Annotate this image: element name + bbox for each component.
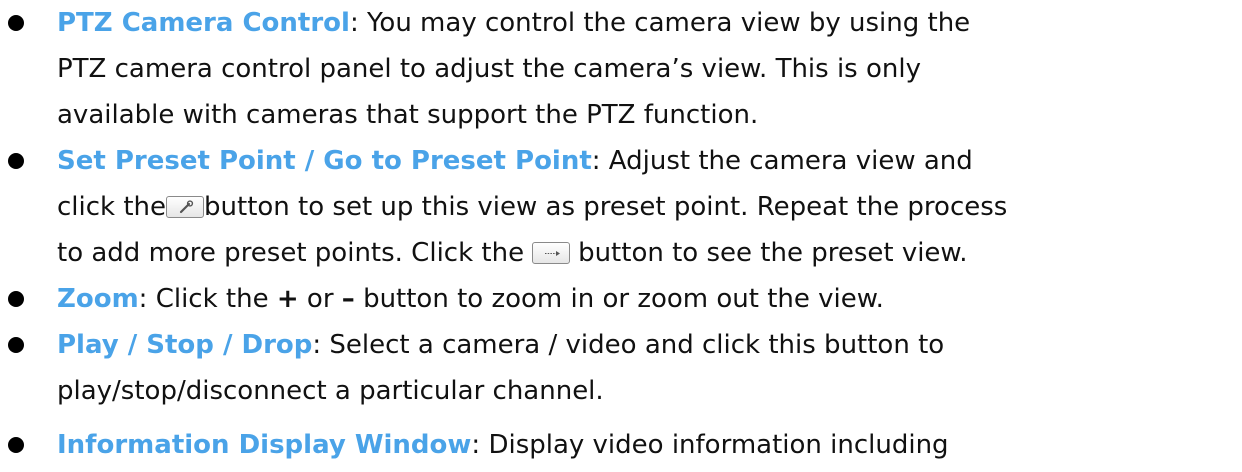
term-ptz-camera-control: PTZ Camera Control xyxy=(57,8,350,38)
list-item-ptz-camera-control: PTZ Camera Control: You may control the … xyxy=(0,0,1242,138)
item-text: click the xyxy=(57,192,167,222)
bullet-icon xyxy=(8,153,24,169)
bullet-icon xyxy=(8,337,24,353)
bullet-icon xyxy=(8,291,24,307)
bullet-icon xyxy=(8,437,24,453)
item-text: button to set up this view as preset poi… xyxy=(204,192,1008,222)
term-information-display-window: Information Display Window xyxy=(57,430,472,460)
arrow-right-icon xyxy=(532,242,571,264)
item-text: button to zoom in or zoom out the view. xyxy=(363,284,884,314)
minus-symbol: – xyxy=(341,284,355,314)
wrench-icon xyxy=(166,196,205,218)
item-text: play/stop/disconnect a particular channe… xyxy=(57,376,604,406)
plus-symbol: + xyxy=(276,284,299,314)
item-text: available with cameras that support the … xyxy=(57,100,759,130)
list-item-play-stop-drop: Play / Stop / Drop: Select a camera / vi… xyxy=(0,322,1242,414)
item-text: to add more preset points. Click the xyxy=(57,238,525,268)
term-play-stop-drop: Play / Stop / Drop xyxy=(57,330,313,360)
item-text: : Adjust the camera view and xyxy=(591,146,973,176)
bullet-icon xyxy=(8,15,24,31)
item-text: : Click the xyxy=(138,284,269,314)
item-text: : Display video information including xyxy=(471,430,949,460)
list-item-set-preset-point: Set Preset Point / Go to Preset Point: A… xyxy=(0,138,1242,276)
list-item-information-display-window: Information Display Window: Display vide… xyxy=(0,422,1242,468)
item-text: button to see the preset view. xyxy=(578,238,968,268)
item-text: : Select a camera / video and click this… xyxy=(312,330,945,360)
item-text: PTZ camera control panel to adjust the c… xyxy=(57,54,921,84)
list-item-zoom: Zoom: Click the + or – button to zoom in… xyxy=(0,276,1242,322)
document-body: PTZ Camera Control: You may control the … xyxy=(0,0,1242,468)
term-set-preset-point: Set Preset Point / Go to Preset Point xyxy=(57,146,592,176)
item-text: : You may control the camera view by usi… xyxy=(349,8,971,38)
item-text: or xyxy=(306,284,334,314)
term-zoom: Zoom xyxy=(57,284,139,314)
